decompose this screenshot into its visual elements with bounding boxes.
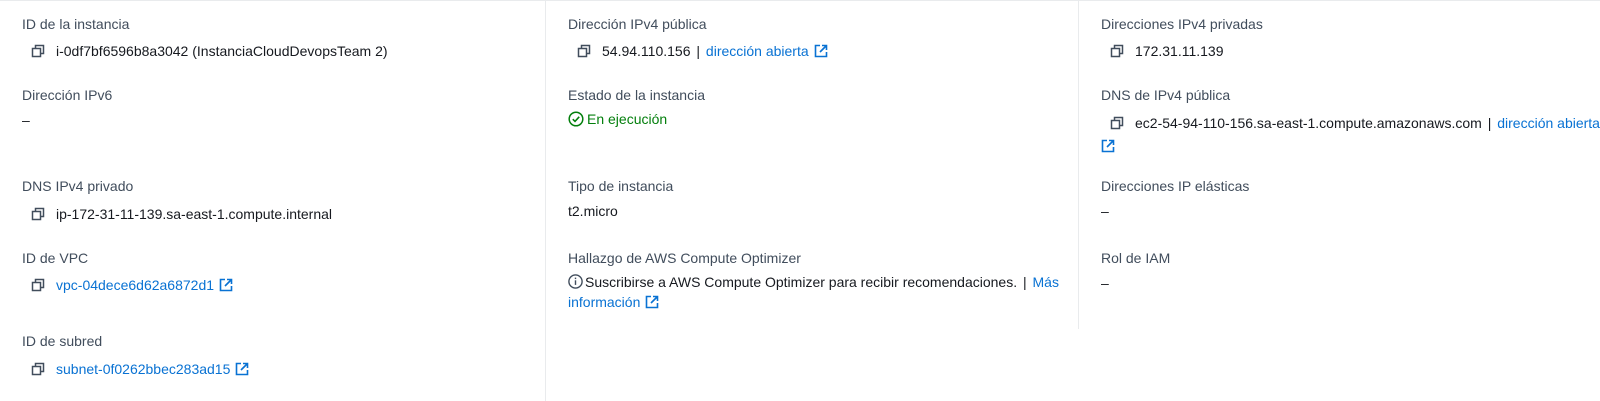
details-column-1: ID de la instancia i-0df7bf6596b8a3042 (… bbox=[0, 1, 546, 401]
vpc-id-link[interactable]: vpc-04dece6d62a6872d1 bbox=[56, 277, 214, 293]
compute-optimizer-row-1: Suscribirse a AWS Compute Optimizer para… bbox=[568, 272, 1059, 292]
private-dns-value-row: ip-172-31-11-139.sa-east-1.compute.inter… bbox=[22, 204, 332, 224]
more-info-link-continued[interactable]: información bbox=[568, 294, 640, 310]
private-ipv4-value: 172.31.11.139 bbox=[1135, 43, 1224, 59]
field-subnet-id: ID de subred subnet-0f0262bbec283ad15 bbox=[22, 331, 537, 377]
field-instance-state: Estado de la instancia En ejecución bbox=[568, 85, 1070, 127]
copy-icon[interactable] bbox=[1109, 115, 1125, 131]
instance-state-value-row: En ejecución bbox=[568, 109, 667, 129]
copy-icon[interactable] bbox=[576, 43, 592, 59]
iam-role-label: Rol de IAM bbox=[1101, 250, 1171, 266]
private-dns-value: ip-172-31-11-139.sa-east-1.compute.inter… bbox=[56, 206, 333, 222]
instance-type-value: t2.micro bbox=[568, 203, 618, 219]
external-link-icon[interactable] bbox=[645, 295, 659, 309]
subnet-id-label: ID de subred bbox=[22, 333, 103, 349]
field-iam-role: Rol de IAM – bbox=[1101, 248, 1592, 291]
compute-optimizer-message: Suscribirse a AWS Compute Optimizer para… bbox=[585, 274, 1018, 290]
open-address-link[interactable]: dirección abierta bbox=[1497, 115, 1600, 131]
subnet-id-link[interactable]: subnet-0f0262bbec283ad15 bbox=[56, 361, 230, 377]
vpc-id-value-row: vpc-04dece6d62a6872d1 bbox=[22, 275, 233, 295]
public-ipv4-label: Dirección IPv4 pública bbox=[568, 16, 707, 32]
instance-type-label: Tipo de instancia bbox=[568, 178, 674, 194]
external-link-icon[interactable] bbox=[235, 362, 249, 376]
field-ipv6: Dirección IPv6 – bbox=[22, 85, 537, 128]
external-link-icon[interactable] bbox=[219, 278, 233, 292]
copy-icon[interactable] bbox=[1109, 43, 1125, 59]
instance-id-value: i-0df7bf6596b8a3042 (InstanciaCloudDevop… bbox=[56, 43, 388, 59]
public-ipv4-value-row: 54.94.110.156 | dirección abierta bbox=[568, 41, 828, 61]
field-public-dns: DNS de IPv4 pública ec2-54-94-110-156.sa… bbox=[1101, 85, 1600, 153]
copy-icon[interactable] bbox=[30, 206, 46, 222]
public-dns-value: ec2-54-94-110-156.sa-east-1.compute.amaz… bbox=[1135, 115, 1482, 131]
iam-role-value: – bbox=[1101, 275, 1109, 291]
open-address-link[interactable]: dirección abierta bbox=[706, 43, 809, 59]
separator: | bbox=[1487, 115, 1492, 131]
field-instance-id: ID de la instancia i-0df7bf6596b8a3042 (… bbox=[22, 14, 537, 59]
public-ipv4-value: 54.94.110.156 bbox=[602, 43, 691, 59]
field-public-ipv4: Dirección IPv4 pública 54.94.110.156 | d… bbox=[568, 14, 1070, 59]
status-success-icon bbox=[568, 111, 584, 127]
copy-icon[interactable] bbox=[30, 277, 46, 293]
separator: | bbox=[696, 43, 701, 59]
subnet-id-value-row: subnet-0f0262bbec283ad15 bbox=[22, 359, 249, 379]
instance-state-label: Estado de la instancia bbox=[568, 87, 705, 103]
compute-optimizer-label: Hallazgo de AWS Compute Optimizer bbox=[568, 250, 801, 266]
private-ipv4-value-row: 172.31.11.139 bbox=[1101, 41, 1224, 61]
copy-icon[interactable] bbox=[30, 361, 46, 377]
public-dns-value-row: ec2-54-94-110-156.sa-east-1.compute.amaz… bbox=[1101, 113, 1600, 133]
vpc-id-label: ID de VPC bbox=[22, 250, 89, 266]
ipv6-label: Dirección IPv6 bbox=[22, 87, 113, 103]
external-link-icon[interactable] bbox=[814, 44, 828, 58]
instance-state-value: En ejecución bbox=[587, 111, 668, 127]
info-icon bbox=[568, 274, 583, 289]
public-dns-row-2 bbox=[1101, 136, 1115, 156]
external-link-icon[interactable] bbox=[1101, 139, 1115, 153]
details-column-2: Dirección IPv4 pública 54.94.110.156 | d… bbox=[546, 1, 1079, 329]
private-dns-label: DNS IPv4 privado bbox=[22, 178, 134, 194]
public-dns-label: DNS de IPv4 pública bbox=[1101, 87, 1231, 103]
instance-id-value-row: i-0df7bf6596b8a3042 (InstanciaCloudDevop… bbox=[22, 41, 388, 61]
field-instance-type: Tipo de instancia t2.micro bbox=[568, 176, 1070, 219]
field-vpc-id: ID de VPC vpc-04dece6d62a6872d1 bbox=[22, 248, 537, 293]
field-elastic-ip: Direcciones IP elásticas – bbox=[1101, 176, 1592, 219]
ipv6-value: – bbox=[22, 112, 30, 128]
field-private-dns: DNS IPv4 privado ip-172-31-11-139.sa-eas… bbox=[22, 176, 537, 222]
separator: | bbox=[1022, 274, 1027, 290]
field-compute-optimizer: Hallazgo de AWS Compute Optimizer Suscri… bbox=[568, 248, 1070, 310]
elastic-ip-label: Direcciones IP elásticas bbox=[1101, 178, 1250, 194]
more-info-link[interactable]: Más bbox=[1033, 274, 1059, 290]
compute-optimizer-row-2: información bbox=[568, 292, 659, 312]
field-private-ipv4: Direcciones IPv4 privadas 172.31.11.139 bbox=[1101, 14, 1592, 59]
elastic-ip-value: – bbox=[1101, 203, 1109, 219]
private-ipv4-label: Direcciones IPv4 privadas bbox=[1101, 16, 1263, 32]
copy-icon[interactable] bbox=[30, 43, 46, 59]
instance-id-label: ID de la instancia bbox=[22, 16, 130, 32]
